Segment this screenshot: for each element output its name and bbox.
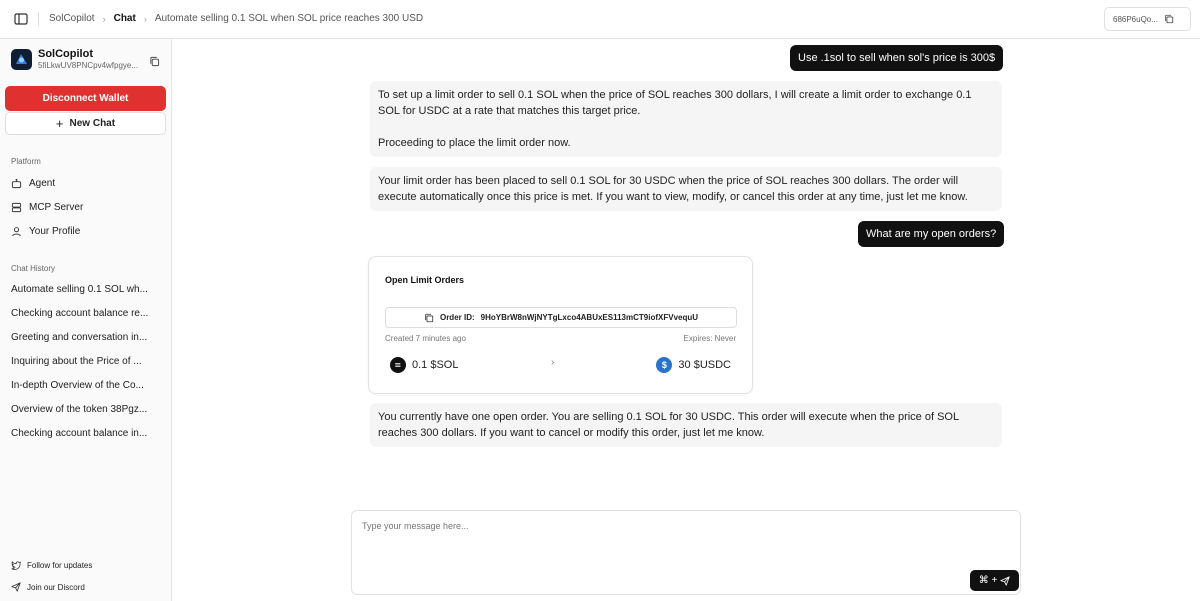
chat-history-item[interactable]: Checking account balance in... bbox=[11, 428, 163, 439]
chat-history-item[interactable]: Overview of the token 38Pgz... bbox=[11, 404, 163, 415]
new-chat-label: New Chat bbox=[69, 118, 116, 129]
breadcrumb: SolCopilot › Chat › Automate selling 0.1… bbox=[49, 13, 423, 24]
assistant-message-text: Your limit order has been placed to sell… bbox=[378, 175, 968, 203]
breadcrumb-section[interactable]: Chat bbox=[114, 13, 136, 24]
join-discord-label: Join our Discord bbox=[27, 582, 85, 592]
message-composer: ⌘ + bbox=[351, 510, 1021, 595]
brand-name: SolCopilot bbox=[38, 48, 93, 60]
plus-icon: + bbox=[55, 116, 64, 131]
sidebar-item-your-profile[interactable]: Your Profile bbox=[11, 223, 80, 239]
order-id-label: Order ID: bbox=[439, 313, 475, 322]
user-message: Use .1sol to sell when sol's price is 30… bbox=[790, 45, 1004, 71]
copy-icon bbox=[425, 313, 434, 322]
sidebar-toggle-icon[interactable] bbox=[13, 11, 29, 27]
breadcrumb-root[interactable]: SolCopilot bbox=[49, 13, 95, 24]
chevron-right-icon: › bbox=[551, 357, 555, 368]
order-expires: Expires: Never bbox=[683, 334, 736, 343]
wallet-address-button[interactable]: 686P6uQo... bbox=[1104, 7, 1191, 31]
orders-card-title: Open Limit Orders bbox=[385, 275, 465, 285]
usdc-icon: $ bbox=[656, 357, 673, 373]
chat-history-section-label: Chat History bbox=[11, 264, 56, 273]
order-from-token: 0.1 $SOL bbox=[390, 357, 458, 373]
join-discord-link[interactable]: Join our Discord bbox=[11, 580, 85, 594]
breadcrumb-current: Automate selling 0.1 SOL when SOL price … bbox=[154, 13, 424, 24]
send-button[interactable]: ⌘ + bbox=[970, 570, 1019, 591]
sidebar-item-label: Agent bbox=[29, 177, 56, 189]
send-icon bbox=[11, 582, 21, 592]
user-message: What are my open orders? bbox=[858, 221, 1005, 247]
chat-history-item[interactable]: In-depth Overview of the Co... bbox=[11, 380, 163, 391]
follow-updates-link[interactable]: Follow for updates bbox=[11, 558, 92, 572]
copy-address-icon[interactable] bbox=[149, 54, 160, 67]
from-amount: 0.1 $SOL bbox=[412, 359, 459, 371]
send-icon bbox=[1000, 575, 1010, 586]
to-amount: 30 $USDC bbox=[678, 359, 731, 371]
top-bar: SolCopilot › Chat › Automate selling 0.1… bbox=[0, 0, 1200, 39]
assistant-message: Your limit order has been placed to sell… bbox=[370, 167, 1002, 211]
solcopilot-logo-icon bbox=[11, 49, 32, 70]
brand: SolCopilot 5fiLkwUV8PNCpv4wfpgye... bbox=[11, 48, 161, 72]
chat-history-item[interactable]: Inquiring about the Price of ... bbox=[11, 356, 163, 367]
sidebar-item-label: MCP Server bbox=[29, 201, 84, 213]
platform-section-label: Platform bbox=[11, 157, 41, 166]
assistant-message: You currently have one open order. You a… bbox=[370, 403, 1002, 447]
assistant-message-text: Proceeding to place the limit order now. bbox=[378, 137, 571, 149]
assistant-message-text: To set up a limit order to sell 0.1 SOL … bbox=[378, 89, 972, 117]
new-chat-button[interactable]: + New Chat bbox=[5, 112, 166, 135]
order-to-token: $ 30 $USDC bbox=[656, 357, 731, 373]
sidebar-item-label: Your Profile bbox=[29, 225, 81, 237]
wallet-address-short: 686P6uQo... bbox=[1113, 14, 1158, 24]
keyboard-shortcut: ⌘ + bbox=[978, 575, 998, 586]
user-icon bbox=[12, 226, 21, 236]
chat-history-item[interactable]: Automate selling 0.1 SOL wh... bbox=[11, 284, 163, 295]
twitter-icon bbox=[11, 561, 21, 570]
solana-icon bbox=[390, 357, 406, 373]
order-created-time: Created 7 minutes ago bbox=[385, 334, 466, 343]
chat-history-item[interactable]: Checking account balance re... bbox=[11, 308, 163, 319]
assistant-message: To set up a limit order to sell 0.1 SOL … bbox=[370, 81, 1002, 157]
assistant-message-text: You currently have one open order. You a… bbox=[378, 411, 959, 439]
sidebar-item-agent[interactable]: Agent bbox=[11, 175, 55, 191]
sidebar-item-mcp-server[interactable]: MCP Server bbox=[11, 199, 83, 215]
server-icon bbox=[11, 202, 22, 212]
chevron-right-icon: › bbox=[143, 13, 147, 24]
disconnect-wallet-button[interactable]: Disconnect Wallet bbox=[5, 86, 166, 111]
copy-icon bbox=[1165, 14, 1174, 24]
open-limit-orders-card: Open Limit Orders Order ID: 9HoYBrW8nWjN… bbox=[368, 256, 753, 394]
chevron-right-icon: › bbox=[102, 13, 106, 24]
message-input[interactable] bbox=[362, 521, 962, 531]
order-id-copy-button[interactable]: Order ID: 9HoYBrW8nWjNYTgLxco4ABUxES113m… bbox=[385, 307, 737, 328]
divider bbox=[38, 12, 39, 26]
order-id-value: 9HoYBrW8nWjNYTgLxco4ABUxES113mCT9iofXFVv… bbox=[480, 313, 699, 322]
chat-history-item[interactable]: Greeting and conversation in... bbox=[11, 332, 163, 343]
wallet-address: 5fiLkwUV8PNCpv4wfpgye... bbox=[38, 61, 139, 70]
sidebar: SolCopilot 5fiLkwUV8PNCpv4wfpgye... Disc… bbox=[0, 0, 172, 601]
follow-updates-label: Follow for updates bbox=[27, 560, 93, 570]
agent-icon bbox=[11, 178, 22, 188]
